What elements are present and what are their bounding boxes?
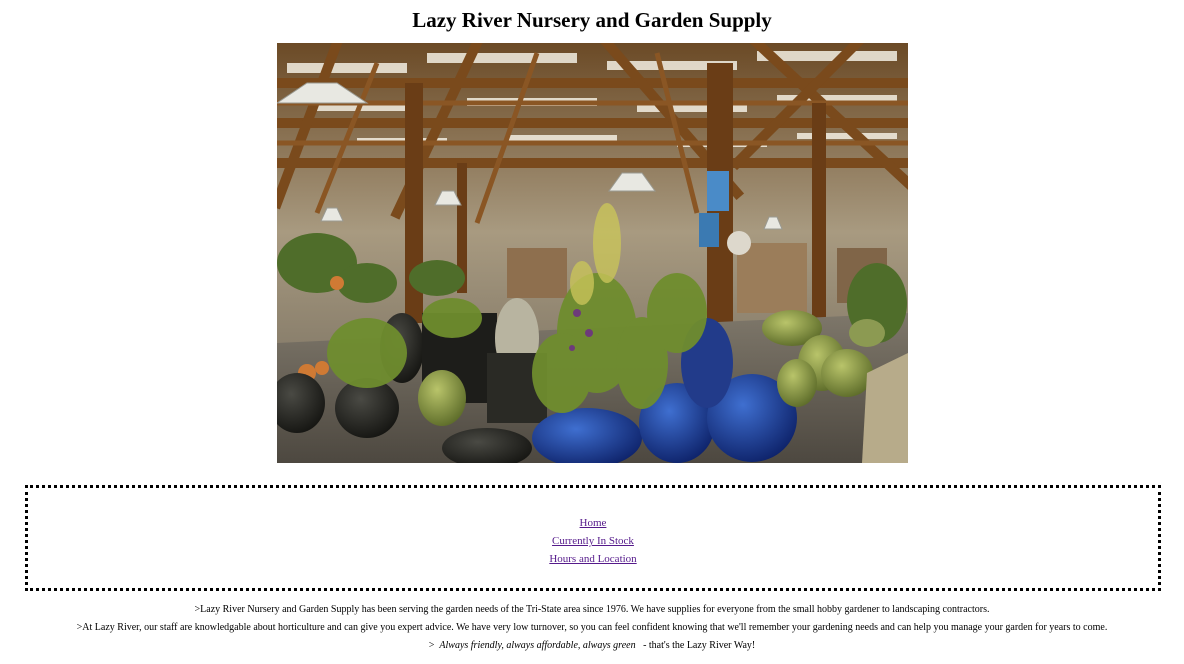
slogan-text: Always friendly, always affordable, alwa…	[439, 640, 636, 651]
nav-item-home: Home	[28, 514, 1158, 532]
slogan-prefix: >	[428, 640, 435, 651]
nav-item-hours-and-location: Hours and Location	[28, 550, 1158, 568]
slogan-suffix: - that's the Lazy River Way!	[640, 640, 756, 651]
nav-link-currently-in-stock[interactable]: Currently In Stock	[552, 535, 634, 547]
nav-list: Home Currently In Stock Hours and Locati…	[28, 514, 1158, 568]
hero-image	[277, 43, 908, 463]
nav-item-currently-in-stock: Currently In Stock	[28, 532, 1158, 550]
page-title: Lazy River Nursery and Garden Supply	[412, 8, 772, 32]
about-section: >Lazy River Nursery and Garden Supply ha…	[0, 601, 1184, 655]
page: Lazy River Nursery and Garden Supply Hom…	[0, 0, 1184, 664]
about-line-slogan: > Always friendly, always affordable, al…	[0, 637, 1184, 655]
about-line-history: >Lazy River Nursery and Garden Supply ha…	[194, 604, 990, 615]
nav-link-home[interactable]: Home	[580, 517, 607, 529]
nav-link-hours-and-location[interactable]: Hours and Location	[549, 553, 636, 565]
about-line-staff: >At Lazy River, our staff are knowledgab…	[76, 622, 1108, 633]
navigation-box: Home Currently In Stock Hours and Locati…	[25, 485, 1161, 591]
